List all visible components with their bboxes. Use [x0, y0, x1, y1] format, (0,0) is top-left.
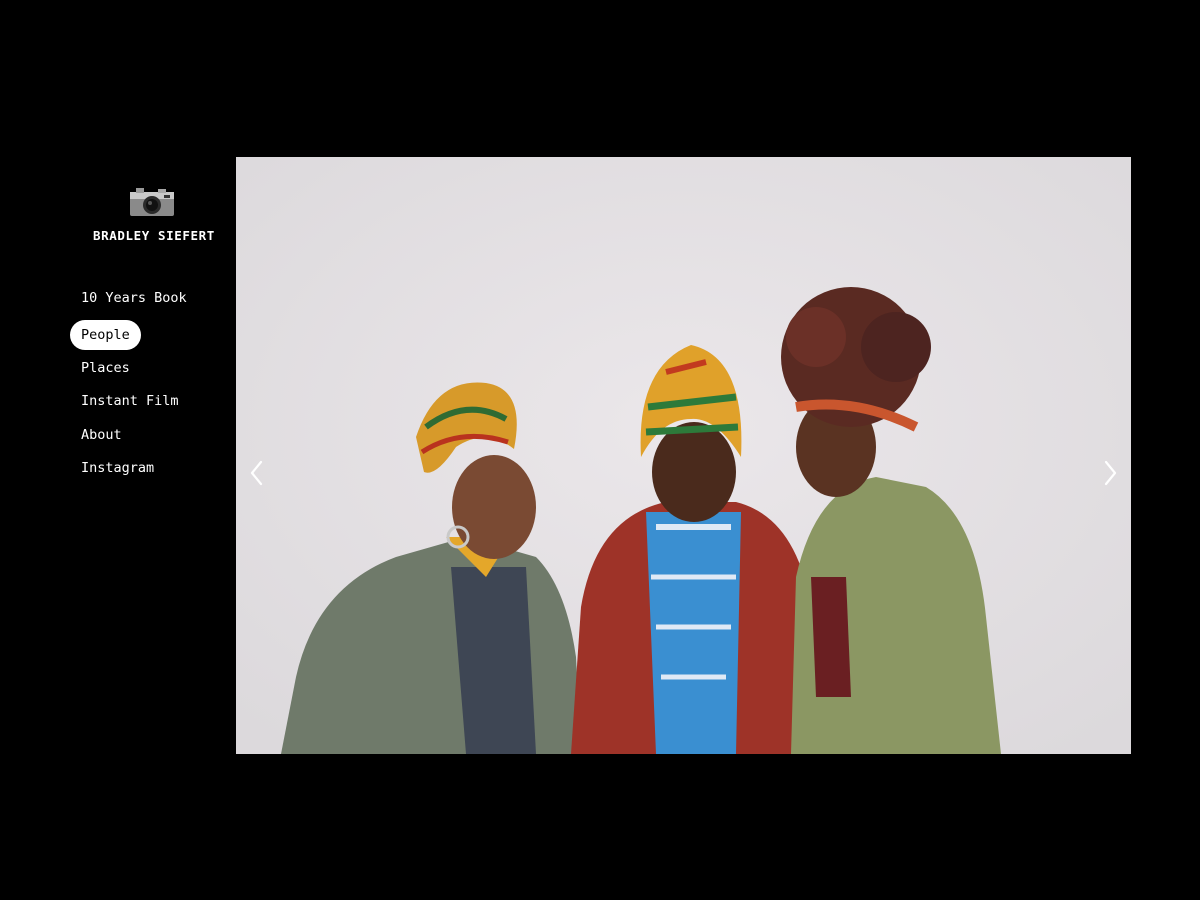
camera-icon[interactable] [128, 186, 176, 218]
brand-name[interactable]: BRADLEY SIEFERT [93, 228, 215, 243]
chevron-right-icon[interactable] [1096, 458, 1124, 488]
nav-item-instant-film[interactable]: Instant Film [70, 389, 198, 413]
main-nav: 10 Years Book People Places Instant Film… [70, 286, 198, 490]
nav-item-people[interactable]: People [70, 319, 141, 350]
nav-item-instagram[interactable]: Instagram [70, 456, 198, 480]
gallery-photo[interactable] [236, 157, 1131, 754]
photo-illustration [236, 157, 1131, 754]
page: BRADLEY SIEFERT 10 Years Book People Pla… [0, 0, 1200, 900]
nav-item-places[interactable]: Places [70, 356, 198, 380]
chevron-left-icon[interactable] [243, 458, 271, 488]
nav-item-about[interactable]: About [70, 423, 198, 447]
sidebar: BRADLEY SIEFERT 10 Years Book People Pla… [0, 0, 236, 900]
nav-item-10-years-book[interactable]: 10 Years Book [70, 286, 198, 310]
